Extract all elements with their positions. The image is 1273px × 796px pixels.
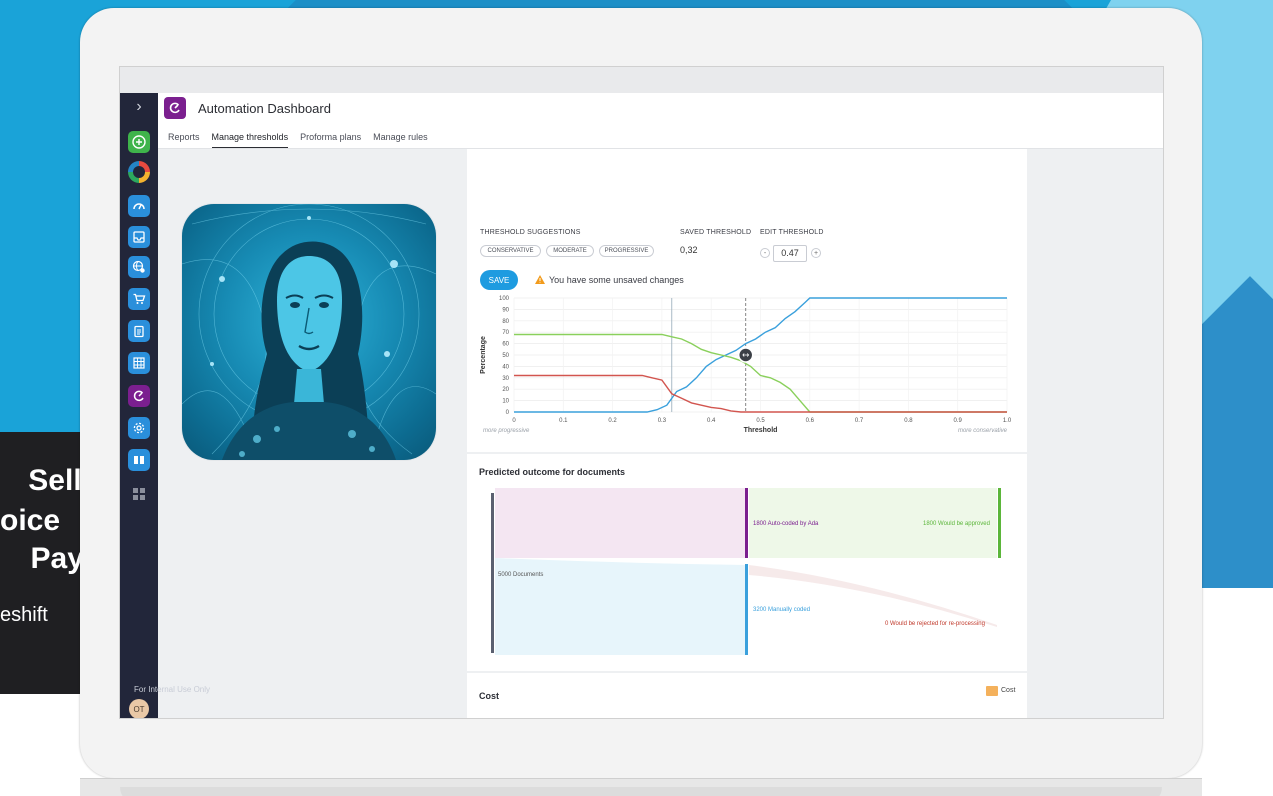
y-tick-label: 60 <box>502 342 509 348</box>
x-tick-label: 0 <box>512 418 516 424</box>
tab-reports[interactable]: Reports <box>168 132 200 148</box>
y-tick-label: 40 <box>502 364 509 370</box>
tab-manage-rules[interactable]: Manage rules <box>373 132 428 148</box>
edit-threshold-label: EDIT THRESHOLD <box>760 229 824 236</box>
edit-threshold-input[interactable]: 0.47 <box>773 245 807 262</box>
warning-icon <box>535 275 545 284</box>
y-tick-label: 100 <box>499 296 510 302</box>
promo-line: Pay. <box>30 542 91 575</box>
threshold-suggestions-label: THRESHOLD SUGGESTIONS <box>480 229 581 236</box>
app-header: Automation Dashboard Reports Manage thre… <box>158 93 1163 149</box>
speedometer-icon[interactable] <box>128 195 150 217</box>
inbox-icon[interactable] <box>128 226 150 248</box>
cart-icon[interactable] <box>128 288 150 310</box>
clipboard-icon[interactable] <box>128 320 150 342</box>
x-axis-label: Threshold <box>744 427 778 434</box>
sankey-node-auto <box>745 488 748 558</box>
x-tick-label: 0.7 <box>855 418 864 424</box>
suggestion-moderate-button[interactable]: MODERATE <box>546 245 594 257</box>
suggestion-conservative-button[interactable]: CONSERVATIVE <box>480 245 541 257</box>
y-tick-label: 80 <box>502 319 509 325</box>
x-tick-label: 0.9 <box>954 418 963 424</box>
expand-nav-icon[interactable]: › <box>131 97 147 117</box>
sankey-node-manual <box>745 564 748 655</box>
book-icon[interactable] <box>128 449 150 471</box>
tab-proforma-plans[interactable]: Proforma plans <box>300 132 361 148</box>
sankey-label-documents: 5000 Documents <box>498 572 544 578</box>
increment-threshold-button[interactable]: + <box>811 248 821 258</box>
y-tick-label: 30 <box>502 376 509 382</box>
globe-settings-icon[interactable] <box>128 256 150 278</box>
cost-legend-swatch <box>986 686 998 696</box>
page-title: Automation Dashboard <box>198 101 331 116</box>
sankey-label-auto: 1800 Auto-coded by Ada <box>753 521 819 527</box>
y-axis-label: Percentage <box>480 336 487 374</box>
thresholds-panel: THRESHOLD SUGGESTIONS SAVED THRESHOLD ED… <box>467 149 1027 718</box>
ring-chart-icon[interactable] <box>128 161 150 183</box>
section-divider <box>467 671 1027 673</box>
settings-icon[interactable] <box>128 417 150 439</box>
unsaved-changes-message: You have some unsaved changes <box>549 275 684 285</box>
y-tick-label: 20 <box>502 387 509 393</box>
x-tick-label: 0.8 <box>904 418 913 424</box>
decrement-threshold-button[interactable]: - <box>760 248 770 258</box>
automation-logo-icon <box>164 97 186 119</box>
sankey-node-documents <box>491 493 494 653</box>
more-progressive-hint: more progressive <box>483 428 530 434</box>
sankey-label-manual: 3200 Manually coded <box>753 607 811 613</box>
saved-threshold-label: SAVED THRESHOLD <box>680 229 752 236</box>
left-navigation: › For Internal Use Only OT <box>120 93 210 718</box>
promo-brand: eshift <box>0 604 48 626</box>
y-tick-label: 0 <box>506 410 510 416</box>
automation-icon[interactable] <box>128 385 150 407</box>
y-tick-label: 50 <box>502 353 509 359</box>
sankey-flow-auto <box>495 488 746 558</box>
apps-grid-icon[interactable] <box>128 483 150 505</box>
app-screen: › For Internal Use Only OT Automation Da… <box>119 66 1164 719</box>
x-tick-label: 0.1 <box>559 418 568 424</box>
x-tick-label: 0.4 <box>707 418 716 424</box>
promo-line: Sell, <box>28 464 90 497</box>
face-illustration <box>182 204 436 460</box>
predicted-outcome-title: Predicted outcome for documents <box>479 467 626 477</box>
spreadsheet-icon[interactable] <box>128 352 150 374</box>
saved-threshold-value: 0,32 <box>680 245 698 255</box>
x-tick-label: 0.6 <box>806 418 815 424</box>
sankey-node-approved <box>998 488 1001 558</box>
cost-title: Cost <box>479 691 499 701</box>
sankey-label-approved: 1800 Would be approved <box>923 521 990 527</box>
sankey-flow-rejected <box>749 565 997 627</box>
threshold-chart: 0 10 20 30 40 50 60 70 80 90 100 0 0.1 0.2 0.3 0.4 0.5 0.… <box>480 296 1012 434</box>
internal-use-note: For Internal Use Only <box>134 685 211 694</box>
x-tick-label: 0.2 <box>608 418 617 424</box>
more-conservative-hint: more conservative <box>958 428 1008 434</box>
laptop-base <box>80 778 1202 796</box>
x-tick-label: 0.5 <box>756 418 765 424</box>
y-tick-label: 90 <box>502 307 509 313</box>
right-gutter <box>1027 149 1163 718</box>
suggestion-progressive-button[interactable]: PROGRESSIVE <box>599 245 654 257</box>
x-tick-label: 1.0 <box>1003 418 1012 424</box>
x-tick-label: 0.3 <box>658 418 667 424</box>
tab-bar: Reports Manage thresholds Proforma plans… <box>168 132 428 148</box>
tab-manage-thresholds[interactable]: Manage thresholds <box>211 132 289 148</box>
y-tick-label: 10 <box>502 399 509 405</box>
user-avatar[interactable]: OT <box>129 699 149 718</box>
plus-icon[interactable] <box>128 131 150 153</box>
save-button[interactable]: SAVE <box>480 270 518 290</box>
outcome-sankey <box>491 488 1001 655</box>
promo-line: oice <box>0 504 61 537</box>
section-divider <box>467 452 1027 454</box>
ai-face-image <box>182 204 436 460</box>
y-tick-label: 70 <box>502 330 509 336</box>
cost-legend-label: Cost <box>1001 687 1016 694</box>
promo-banner: Sell, oice Pay. eshift <box>0 432 90 694</box>
sankey-label-rejected: 0 Would be rejected for re-processing <box>885 621 985 627</box>
browser-topbar <box>120 67 1163 93</box>
